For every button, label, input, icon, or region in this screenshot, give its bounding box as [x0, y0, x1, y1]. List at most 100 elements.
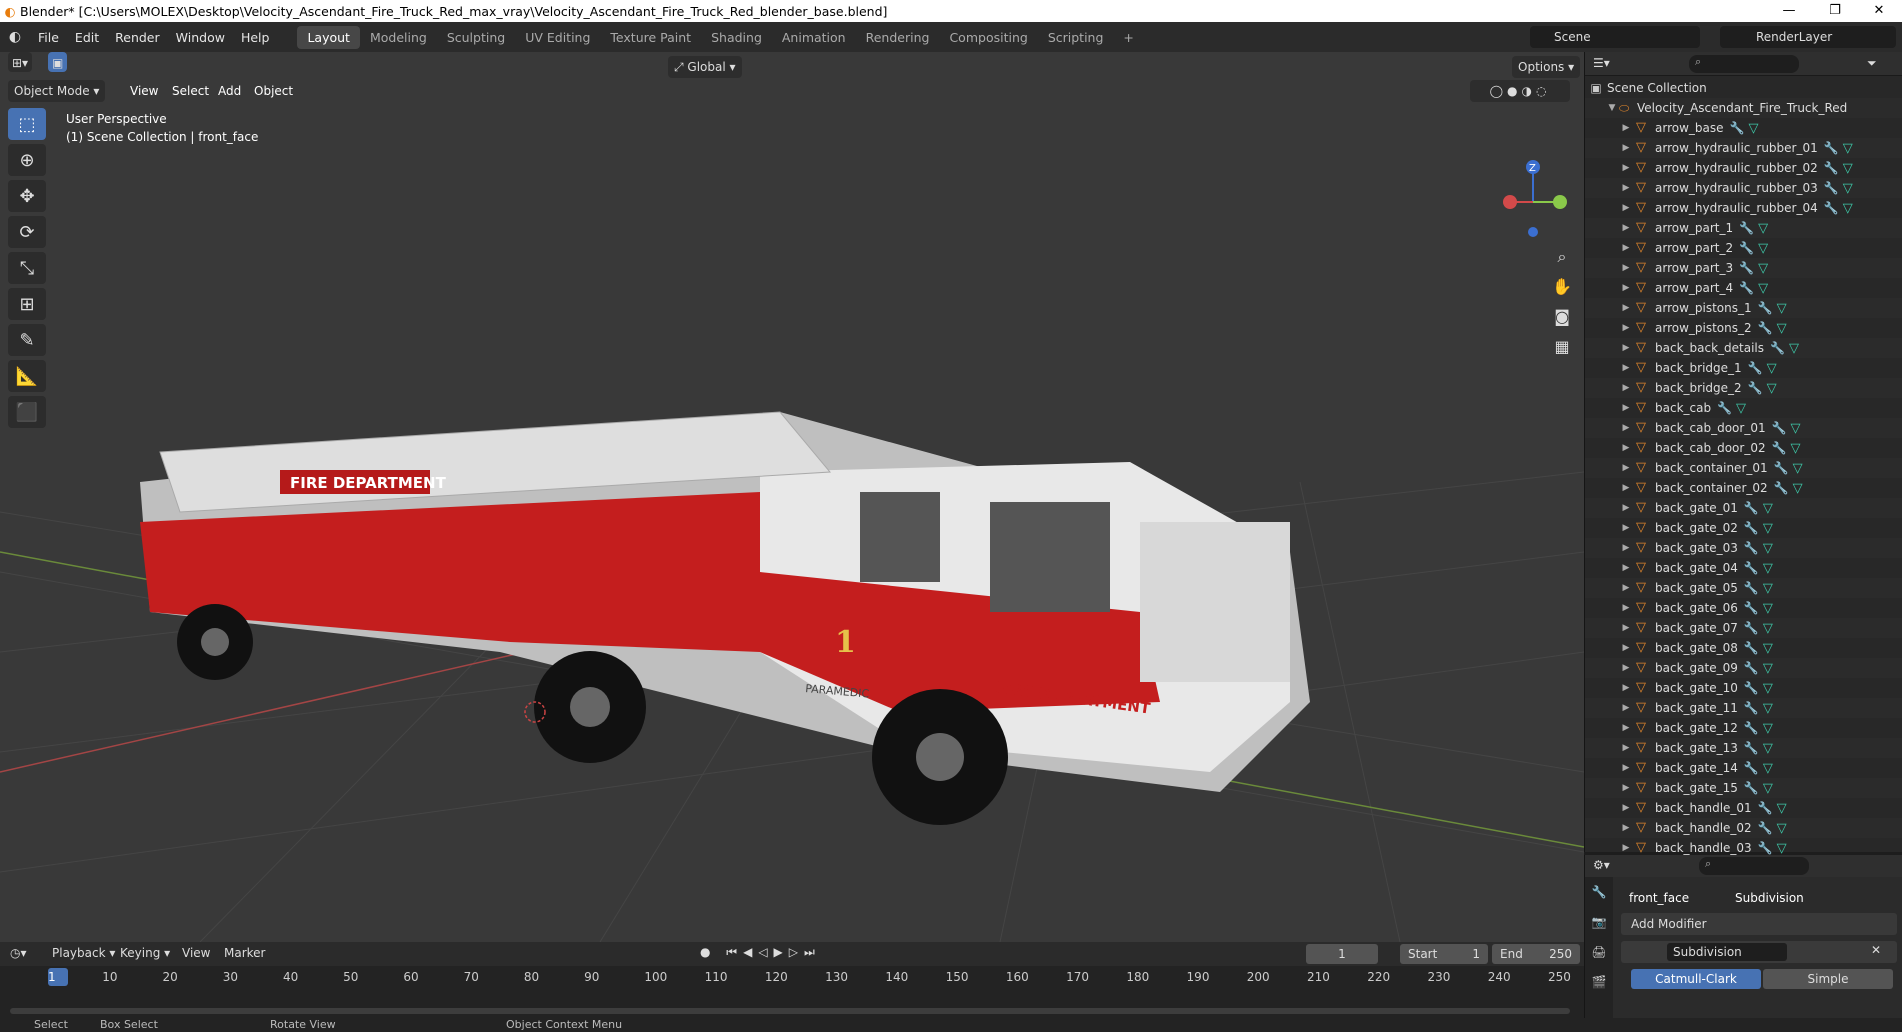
modifier-wrench-icon[interactable]: 🔧 — [1744, 641, 1759, 655]
expand-arrow-icon[interactable]: ▶ — [1619, 543, 1633, 553]
expand-arrow-icon[interactable]: ▶ — [1619, 463, 1633, 473]
mesh-data-icon[interactable]: ▽ — [1763, 501, 1773, 516]
mesh-data-icon[interactable]: ▽ — [1763, 741, 1773, 756]
editor-type-button[interactable]: ⊞▾ — [8, 52, 33, 72]
expand-arrow-icon[interactable]: ▶ — [1619, 343, 1633, 353]
outliner-item[interactable]: ▶ ▽ arrow_part_4 🔧 ▽ — [1585, 278, 1902, 298]
frame-ruler[interactable]: 1 10 20 30 40 50 60 70 80 90 100 110 120 130 140 150 160… — [0, 942, 1584, 1018]
mesh-data-icon[interactable]: ▽ — [1763, 761, 1773, 776]
expand-arrow-icon[interactable]: ▶ — [1619, 403, 1633, 413]
mesh-data-icon[interactable]: ▽ — [1763, 641, 1773, 656]
modifier-wrench-icon[interactable]: 🔧 — [1748, 361, 1763, 375]
expand-arrow-icon[interactable]: ▶ — [1619, 363, 1633, 373]
modifier-wrench-icon[interactable]: 🔧 — [1744, 701, 1759, 715]
outliner-item[interactable]: ▶ ▽ arrow_part_2 🔧 ▽ — [1585, 238, 1902, 258]
modifier-wrench-icon[interactable]: 🔧 — [1774, 481, 1789, 495]
expand-arrow-icon[interactable]: ▶ — [1619, 443, 1633, 453]
outliner-item[interactable]: ▶ ▽ arrow_pistons_1 🔧 ▽ — [1585, 298, 1902, 318]
expand-arrow-icon[interactable]: ▶ — [1619, 183, 1633, 193]
modifier-wrench-icon[interactable]: 🔧 — [1758, 301, 1773, 315]
outliner-item[interactable]: ▶ ▽ back_bridge_2 🔧 ▽ — [1585, 378, 1902, 398]
modifier-wrench-icon[interactable]: 🔧 — [1758, 801, 1773, 815]
mesh-data-icon[interactable]: ▽ — [1843, 141, 1853, 156]
menu-file[interactable]: File — [30, 30, 67, 45]
menu-edit[interactable]: Edit — [67, 30, 107, 45]
minimize-button[interactable]: — — [1766, 0, 1812, 22]
outliner-item[interactable]: ▶ ▽ arrow_part_3 🔧 ▽ — [1585, 258, 1902, 278]
tab-compositing[interactable]: Compositing — [939, 26, 1037, 49]
modifier-wrench-icon[interactable]: 🔧 — [1758, 321, 1773, 335]
modifier-wrench-icon[interactable]: 🔧 — [1739, 241, 1754, 255]
output-tab-icon[interactable]: 🖨 — [1585, 937, 1613, 967]
pan-hand-icon[interactable]: ✋ — [1550, 272, 1574, 302]
camera-icon[interactable]: ◙ — [1550, 302, 1574, 332]
expand-arrow-icon[interactable]: ▶ — [1619, 563, 1633, 573]
expand-arrow-icon[interactable]: ▶ — [1619, 283, 1633, 293]
outliner-item[interactable]: ▶ ▽ back_cab 🔧 ▽ — [1585, 398, 1902, 418]
outliner-item[interactable]: ▶ ▽ arrow_hydraulic_rubber_04 🔧 ▽ — [1585, 198, 1902, 218]
menu-object[interactable]: Object — [254, 84, 293, 98]
outliner-item[interactable]: ▶ ▽ back_gate_12 🔧 ▽ — [1585, 718, 1902, 738]
outliner-item[interactable]: ▶ ▽ arrow_pistons_2 🔧 ▽ — [1585, 318, 1902, 338]
outliner-item[interactable]: ▶ ▽ arrow_hydraulic_rubber_01 🔧 ▽ — [1585, 138, 1902, 158]
expand-arrow-icon[interactable]: ▶ — [1619, 683, 1633, 693]
mesh-data-icon[interactable]: ▽ — [1843, 201, 1853, 216]
mesh-data-icon[interactable]: ▽ — [1758, 221, 1768, 236]
modifier-wrench-icon[interactable]: 🔧 — [1824, 181, 1839, 195]
modifier-wrench-icon[interactable]: 🔧 — [1748, 381, 1763, 395]
modifier-wrench-icon[interactable]: 🔧 — [1744, 601, 1759, 615]
close-button[interactable]: ✕ — [1856, 0, 1902, 22]
modifier-wrench-icon[interactable]: 🔧 — [1744, 721, 1759, 735]
expand-arrow-icon[interactable]: ▼ — [1605, 103, 1619, 113]
outliner-item[interactable]: ▶ ▽ back_gate_02 🔧 ▽ — [1585, 518, 1902, 538]
tab-layout[interactable]: Layout — [297, 25, 360, 49]
tab-uv-editing[interactable]: UV Editing — [515, 26, 600, 49]
menu-view[interactable]: View — [130, 84, 158, 98]
expand-arrow-icon[interactable]: ▶ — [1619, 823, 1633, 833]
modifier-wrench-icon[interactable]: 🔧 — [1772, 421, 1787, 435]
object-mode-dropdown[interactable]: Object Mode ▾ — [8, 80, 106, 102]
outliner-item[interactable]: ▶ ▽ back_gate_01 🔧 ▽ — [1585, 498, 1902, 518]
expand-arrow-icon[interactable]: ▶ — [1619, 143, 1633, 153]
outliner-item[interactable]: ▶ ▽ back_cab_door_01 🔧 ▽ — [1585, 418, 1902, 438]
mesh-data-icon[interactable]: ▽ — [1763, 661, 1773, 676]
tab-modeling[interactable]: Modeling — [360, 26, 437, 49]
transform-tool-icon[interactable]: ⊞ — [8, 288, 46, 320]
tab-scripting[interactable]: Scripting — [1038, 26, 1114, 49]
expand-arrow-icon[interactable]: ▶ — [1619, 583, 1633, 593]
expand-arrow-icon[interactable]: ▶ — [1619, 803, 1633, 813]
mesh-data-icon[interactable]: ▽ — [1791, 421, 1801, 436]
zoom-icon[interactable]: ⌕ — [1550, 242, 1574, 272]
expand-arrow-icon[interactable]: ▶ — [1619, 303, 1633, 313]
modifier-wrench-icon[interactable]: 🔧 — [1824, 141, 1839, 155]
scene-selector[interactable]: Scene — [1530, 26, 1700, 48]
mesh-data-icon[interactable]: ▽ — [1763, 561, 1773, 576]
mesh-data-icon[interactable]: ▽ — [1763, 681, 1773, 696]
modifier-wrench-icon[interactable]: 🔧 — [1744, 621, 1759, 635]
modifier-wrench-icon[interactable]: 🔧 — [1774, 461, 1789, 475]
outliner-item[interactable]: ▶ ▽ arrow_hydraulic_rubber_02 🔧 ▽ — [1585, 158, 1902, 178]
outliner-editor-icon[interactable]: ☰▾ — [1593, 56, 1610, 70]
outliner-item[interactable]: ▶ ▽ back_handle_01 🔧 ▽ — [1585, 798, 1902, 818]
grid-view-icon[interactable]: ▦ — [1550, 332, 1574, 362]
modifier-wrench-icon[interactable]: 🔧 — [1744, 501, 1759, 515]
render-tab-icon[interactable]: 📷 — [1585, 907, 1613, 937]
modifier-wrench-icon[interactable]: 🔧 — [1717, 401, 1732, 415]
expand-arrow-icon[interactable]: ▶ — [1619, 423, 1633, 433]
modifier-name-field[interactable]: Subdivision — [1667, 943, 1787, 961]
catmull-clark-button[interactable]: Catmull-Clark — [1631, 969, 1761, 989]
outliner-item[interactable]: ▶ ▽ back_gate_05 🔧 ▽ — [1585, 578, 1902, 598]
modifier-wrench-icon[interactable]: 🔧 — [1770, 341, 1785, 355]
mesh-data-icon[interactable]: ▽ — [1758, 281, 1768, 296]
outliner-item[interactable]: ▶ ▽ back_container_01 🔧 ▽ — [1585, 458, 1902, 478]
outliner-item[interactable]: ▶ ▽ back_gate_11 🔧 ▽ — [1585, 698, 1902, 718]
modifier-wrench-icon[interactable]: 🔧 — [1744, 781, 1759, 795]
expand-arrow-icon[interactable]: ▶ — [1619, 703, 1633, 713]
mesh-data-icon[interactable]: ▽ — [1789, 341, 1799, 356]
expand-arrow-icon[interactable]: ▶ — [1619, 123, 1633, 133]
modifier-wrench-icon[interactable]: 🔧 — [1744, 761, 1759, 775]
expand-arrow-icon[interactable]: ▶ — [1619, 743, 1633, 753]
expand-arrow-icon[interactable]: ▶ — [1619, 603, 1633, 613]
expand-arrow-icon[interactable]: ▶ — [1619, 383, 1633, 393]
mesh-data-icon[interactable]: ▽ — [1791, 441, 1801, 456]
